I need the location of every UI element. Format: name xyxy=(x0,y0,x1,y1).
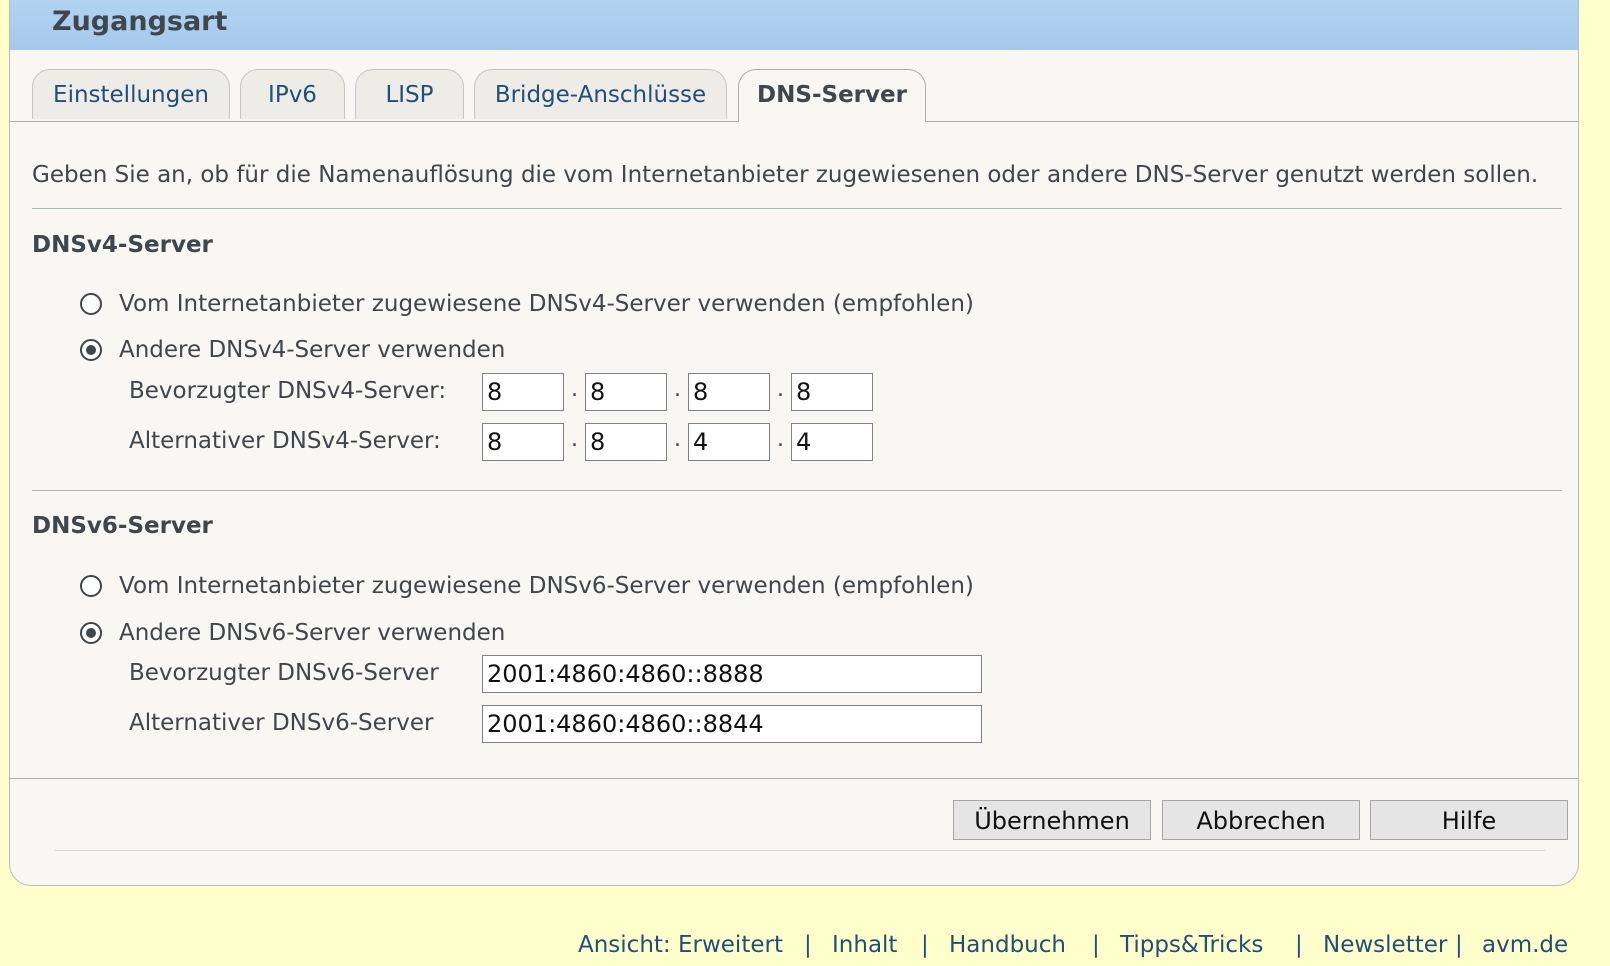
dnsv4-provider-option[interactable]: Vom Internetanbieter zugewiesene DNSv4-S… xyxy=(80,289,974,319)
octet-separator: . xyxy=(571,427,578,452)
dnsv4-alternate-label: Alternativer DNSv4-Server: xyxy=(129,428,441,454)
octet-separator: . xyxy=(777,377,784,402)
divider xyxy=(32,208,1562,209)
button-bar-bottom-line xyxy=(55,850,1545,851)
tab-ipv6[interactable]: IPv6 xyxy=(240,69,345,119)
octet-separator: . xyxy=(674,377,681,402)
dnsv4-provider-radio[interactable] xyxy=(80,293,102,315)
dnsv6-section-title: DNSv6-Server xyxy=(32,513,213,539)
dnsv6-alternate-input[interactable] xyxy=(482,705,982,743)
dnsv4-alternate-octet-4[interactable] xyxy=(791,423,873,461)
tab-lisp[interactable]: LISP xyxy=(355,69,464,119)
panel-title: Zugangsart xyxy=(52,6,228,37)
dnsv6-preferred-label: Bevorzugter DNSv6-Server xyxy=(129,660,439,686)
dnsv4-alternate-octet-2[interactable] xyxy=(585,423,667,461)
cancel-button[interactable]: Abbrechen xyxy=(1162,800,1360,840)
octet-separator: . xyxy=(571,377,578,402)
access-type-panel: Zugangsart Einstellungen IPv6 LISP Bridg… xyxy=(9,0,1579,886)
footer-link-tips[interactable]: Tipps&Tricks xyxy=(1120,932,1263,958)
footer-link-view[interactable]: Ansicht: Erweitert xyxy=(578,932,783,958)
button-bar-divider xyxy=(10,778,1578,779)
footer-separator: | xyxy=(921,932,929,958)
dnsv4-other-option[interactable]: Andere DNSv4-Server verwenden xyxy=(80,335,505,365)
octet-separator: . xyxy=(777,427,784,452)
dnsv4-alternate-octet-1[interactable] xyxy=(482,423,564,461)
dnsv4-preferred-label: Bevorzugter DNSv4-Server: xyxy=(129,378,447,404)
dnsv6-provider-radio[interactable] xyxy=(80,575,102,597)
tab-bar: Einstellungen IPv6 LISP Bridge-Anschlüss… xyxy=(10,69,1578,122)
dnsv6-other-label: Andere DNSv6-Server verwenden xyxy=(119,620,506,646)
panel-titlebar: Zugangsart xyxy=(10,0,1578,50)
intro-text: Geben Sie an, ob für die Namenauflösung … xyxy=(32,162,1539,188)
dnsv6-other-radio[interactable] xyxy=(80,622,102,644)
footer-link-avm[interactable]: avm.de xyxy=(1482,932,1568,958)
tab-einstellungen[interactable]: Einstellungen xyxy=(32,69,230,119)
dnsv4-preferred-octet-2[interactable] xyxy=(585,373,667,411)
dnsv6-provider-label: Vom Internetanbieter zugewiesene DNSv6-S… xyxy=(119,573,974,599)
footer-links: Ansicht: Erweitert | Inhalt | Handbuch |… xyxy=(0,932,1610,962)
footer-link-contents[interactable]: Inhalt xyxy=(832,932,897,958)
dnsv4-alternate-octet-3[interactable] xyxy=(688,423,770,461)
dnsv4-provider-label: Vom Internetanbieter zugewiesene DNSv4-S… xyxy=(119,291,974,317)
tab-dns-server[interactable]: DNS-Server xyxy=(738,69,926,122)
footer-link-newsletter[interactable]: Newsletter xyxy=(1323,932,1447,958)
divider xyxy=(32,490,1562,491)
dnsv6-alternate-label: Alternativer DNSv6-Server xyxy=(129,710,434,736)
footer-separator: | xyxy=(1295,932,1303,958)
dnsv4-other-radio[interactable] xyxy=(80,339,102,361)
apply-button[interactable]: Übernehmen xyxy=(953,800,1151,840)
dnsv6-preferred-input[interactable] xyxy=(482,655,982,693)
footer-separator: | xyxy=(1092,932,1100,958)
help-button[interactable]: Hilfe xyxy=(1370,800,1568,840)
dnsv4-preferred-octet-1[interactable] xyxy=(482,373,564,411)
tab-bridge-anschluesse[interactable]: Bridge-Anschlüsse xyxy=(474,69,727,119)
dnsv4-preferred-octet-4[interactable] xyxy=(791,373,873,411)
dnsv4-other-label: Andere DNSv4-Server verwenden xyxy=(119,337,506,363)
dnsv6-other-option[interactable]: Andere DNSv6-Server verwenden xyxy=(80,618,505,648)
footer-separator: | xyxy=(804,932,812,958)
dnsv4-section-title: DNSv4-Server xyxy=(32,232,213,258)
dnsv4-preferred-octet-3[interactable] xyxy=(688,373,770,411)
octet-separator: . xyxy=(674,427,681,452)
footer-link-manual[interactable]: Handbuch xyxy=(949,932,1066,958)
footer-separator: | xyxy=(1455,932,1463,958)
dnsv6-provider-option[interactable]: Vom Internetanbieter zugewiesene DNSv6-S… xyxy=(80,571,974,601)
